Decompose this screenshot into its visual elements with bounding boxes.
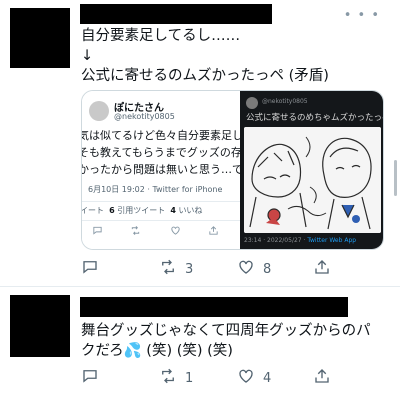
avatar-redacted <box>10 8 70 68</box>
like-icon <box>170 225 181 239</box>
quoted-tweet-body: 気は似てるけど色々自分要素足して そも教えてもらうまでグッズの存在 かったから問… <box>82 127 240 178</box>
quoted-timestamp: 6月10日 19:02 · Twitter for iPhone <box>88 185 223 194</box>
quoted-stats: イート 6 引用ツイート 4 いいね <box>82 205 202 216</box>
image-post-screenshot: @nekotity0805 公式に寄せるのめちゃムズかったっペ 23:14 · … <box>240 91 384 249</box>
quoted-body-line: かったから問題は無いと思う…です <box>82 163 240 176</box>
more-options-icon[interactable]: • • • <box>344 8 380 23</box>
tweet-text-line: 自分要素足してるし…… <box>81 28 241 44</box>
reply-button[interactable] <box>81 258 107 280</box>
image-post-footer: 23:14 · 2022/05/27 · Twitter Web App <box>244 237 356 244</box>
tweet-text-line: クだろ💦 (笑) (笑) (笑) <box>81 343 233 359</box>
quote-retweets-label: 引用ツイート <box>117 206 166 215</box>
quoted-body-line: 気は似てるけど色々自分要素足して <box>82 129 240 142</box>
like-icon <box>237 258 255 280</box>
tweet[interactable]: • • • 自分要素足してるし…… ↓ 公式に寄せるのムズかったっペ (矛盾) … <box>0 0 400 286</box>
avatar-redacted <box>10 295 70 357</box>
retweet-icon <box>159 258 177 280</box>
retweet-count: 1 <box>185 370 194 386</box>
tweet-text-line: ↓ <box>81 48 94 64</box>
image-post-source: Twitter Web App <box>307 237 357 244</box>
share-button[interactable] <box>313 258 331 280</box>
quote-retweets-count: 6 <box>109 206 115 215</box>
scrollbar-thumb[interactable] <box>394 160 397 196</box>
quoted-action-bar <box>82 225 240 241</box>
retweet-count: 3 <box>185 261 194 277</box>
share-icon <box>313 258 331 280</box>
tweet[interactable]: 舞台グッズじゃなくて四周年グッズからのパ クだろ💦 (笑) (笑) (笑) 1 … <box>0 287 400 400</box>
like-button[interactable]: 4 <box>237 367 271 389</box>
author-redacted <box>80 297 348 317</box>
quoted-avatar <box>89 101 109 121</box>
retweet-button[interactable]: 3 <box>159 258 193 280</box>
share-button[interactable] <box>313 367 331 389</box>
retweets-prefix: イート <box>82 206 104 215</box>
likes-count: 4 <box>170 206 176 215</box>
image-post-avatar <box>246 97 258 109</box>
author-redacted <box>80 4 272 24</box>
tweet-action-bar: 1 4 <box>81 367 341 387</box>
quoted-media-card[interactable]: ぽにたさん @nekotity0805 気は似てるけど色々自分要素足して そも教… <box>81 90 384 250</box>
tweet-text-line: 公式に寄せるのムズかったっペ (矛盾) <box>81 68 329 84</box>
quoted-tweet-screenshot: ぽにたさん @nekotity0805 気は似てるけど色々自分要素足して そも教… <box>82 91 240 249</box>
image-post-timestamp: 23:14 · 2022/05/27 · <box>244 237 308 244</box>
like-button[interactable]: 8 <box>237 258 271 280</box>
share-icon <box>208 225 219 239</box>
quoted-body-line: そも教えてもらうまでグッズの存在 <box>82 146 240 159</box>
quoted-author-handle: @nekotity0805 <box>114 112 175 121</box>
divider <box>82 220 240 221</box>
image-post-handle: @nekotity0805 <box>262 98 308 105</box>
likes-label: いいね <box>178 206 203 215</box>
divider <box>82 201 240 202</box>
reply-icon <box>81 258 99 280</box>
reply-button[interactable] <box>81 367 107 389</box>
share-icon <box>313 367 331 389</box>
image-post-text: 公式に寄せるのめちゃムズかったっペ <box>246 113 384 123</box>
like-icon <box>237 367 255 389</box>
tweet-action-bar: 3 8 <box>81 258 341 278</box>
like-count: 8 <box>263 261 272 277</box>
illustration-image <box>244 127 381 233</box>
like-count: 4 <box>263 370 272 386</box>
reply-icon <box>81 367 99 389</box>
retweet-button[interactable]: 1 <box>159 367 193 389</box>
reply-icon <box>92 225 103 239</box>
tweet-text-line: 舞台グッズじゃなくて四周年グッズからのパ <box>81 323 371 339</box>
retweet-icon <box>130 225 141 239</box>
retweet-icon <box>159 367 177 389</box>
